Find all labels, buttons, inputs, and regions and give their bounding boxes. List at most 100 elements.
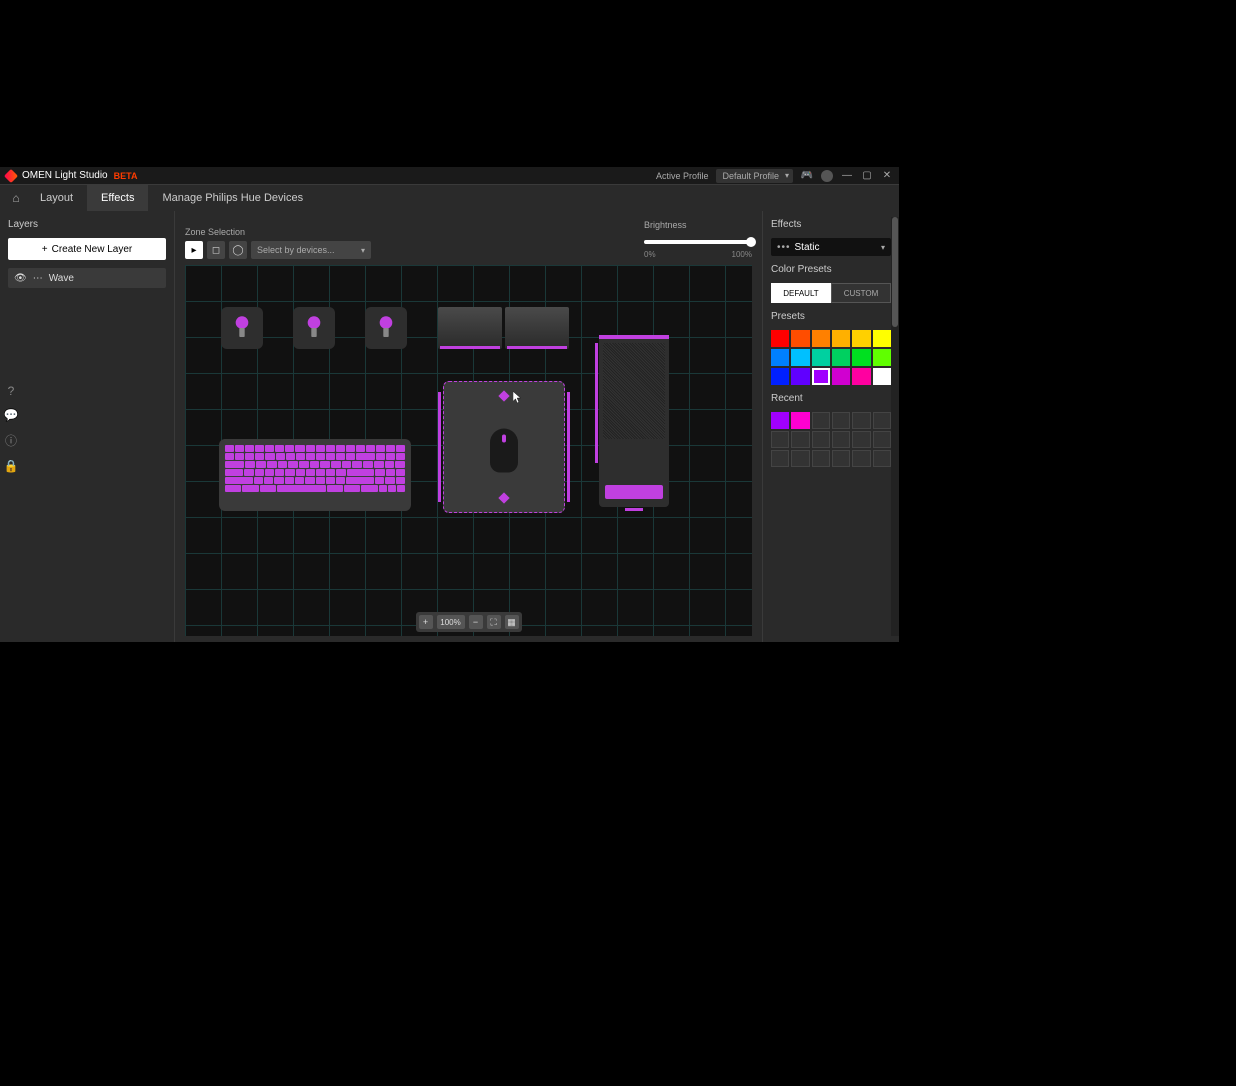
visibility-icon[interactable]: 👁 (14, 273, 27, 284)
layer-name: Wave (49, 273, 74, 284)
preset-swatch[interactable] (812, 368, 830, 385)
app-title: OMEN Light Studio (22, 170, 108, 181)
preset-swatch[interactable] (771, 368, 789, 385)
active-profile-label: Active Profile (656, 171, 709, 181)
lock-icon[interactable]: 🔒 (4, 459, 19, 473)
preset-swatch[interactable] (873, 330, 891, 347)
recent-swatch (812, 412, 830, 429)
preset-swatch[interactable] (791, 330, 809, 347)
device-bulb-1[interactable] (221, 307, 263, 349)
preset-tab-custom[interactable]: CUSTOM (831, 283, 891, 303)
recent-swatch (852, 450, 870, 467)
preset-swatch[interactable] (791, 349, 809, 366)
brightness-label: Brightness (644, 220, 752, 230)
gamepad-icon[interactable]: 🎮 (801, 170, 813, 182)
maximize-button[interactable]: ▢ (861, 170, 873, 182)
recent-swatch (771, 450, 789, 467)
tab-layout[interactable]: Layout (26, 185, 87, 211)
preset-swatch[interactable] (832, 330, 850, 347)
brightness-max: 100% (732, 250, 752, 259)
recent-swatch (812, 450, 830, 467)
layers-heading: Layers (8, 219, 166, 230)
preset-swatch[interactable] (832, 349, 850, 366)
recent-swatch (791, 450, 809, 467)
color-presets-heading: Color Presets (771, 264, 891, 275)
recent-swatch-grid (771, 412, 891, 467)
create-layer-button[interactable]: + Create New Layer (8, 238, 166, 260)
device-bulb-3[interactable] (365, 307, 407, 349)
workspace: Zone Selection ▸ ◻ ◯ Select by devices..… (175, 211, 762, 642)
lasso-tool-icon[interactable]: ◯ (229, 241, 247, 259)
device-mousepad[interactable] (443, 381, 565, 513)
help-icon[interactable]: ? (8, 384, 15, 398)
user-avatar-icon[interactable] (821, 170, 833, 182)
more-icon[interactable]: ⋯ (33, 273, 43, 284)
home-icon[interactable]: ⌂ (6, 185, 26, 211)
recent-swatch (873, 450, 891, 467)
effect-type-dropdown[interactable]: ••• Static (771, 238, 891, 256)
layers-panel: Layers + Create New Layer 👁 ⋯ Wave (0, 211, 175, 642)
tab-effects[interactable]: Effects (87, 185, 148, 211)
active-profile-dropdown[interactable]: Default Profile (716, 169, 793, 183)
recent-swatch[interactable] (791, 412, 809, 429)
preset-mode-segmented: DEFAULT CUSTOM (771, 283, 891, 303)
preset-tab-default[interactable]: DEFAULT (771, 283, 831, 303)
recent-swatch (812, 431, 830, 448)
preset-swatch[interactable] (852, 368, 870, 385)
device-monitor-2[interactable] (505, 307, 569, 349)
preset-swatch[interactable] (791, 368, 809, 385)
recent-swatch (873, 412, 891, 429)
recent-swatch (873, 431, 891, 448)
zoom-in-button[interactable]: + (419, 615, 433, 629)
recent-swatch (832, 412, 850, 429)
layer-item[interactable]: 👁 ⋯ Wave (8, 268, 166, 288)
pointer-tool-icon[interactable]: ▸ (185, 241, 203, 259)
preset-swatch[interactable] (873, 368, 891, 385)
presets-swatch-grid (771, 330, 891, 385)
grid-button[interactable]: ▦ (505, 615, 519, 629)
recent-swatch (852, 412, 870, 429)
recent-heading: Recent (771, 393, 891, 404)
slider-knob[interactable] (746, 237, 756, 247)
recent-swatch (771, 431, 789, 448)
preset-swatch[interactable] (771, 330, 789, 347)
tab-hue[interactable]: Manage Philips Hue Devices (148, 185, 317, 211)
preset-swatch[interactable] (852, 349, 870, 366)
minimize-button[interactable]: — (841, 170, 853, 182)
preset-swatch[interactable] (771, 349, 789, 366)
device-tower[interactable] (599, 335, 669, 507)
led-node-icon[interactable] (498, 390, 509, 401)
device-keyboard[interactable] (219, 439, 411, 511)
device-bulb-2[interactable] (293, 307, 335, 349)
presets-heading: Presets (771, 311, 891, 322)
preset-swatch[interactable] (852, 330, 870, 347)
feedback-icon[interactable]: 💬 (4, 408, 19, 422)
tab-bar: ⌂ Layout Effects Manage Philips Hue Devi… (0, 184, 899, 211)
zoom-value: 100% (437, 615, 465, 629)
canvas-container: + 100% − ⛶ ▦ (185, 265, 752, 636)
preset-swatch[interactable] (812, 330, 830, 347)
preset-swatch[interactable] (873, 349, 891, 366)
fit-button[interactable]: ⛶ (487, 615, 501, 629)
plus-icon: + (42, 244, 48, 255)
device-monitor-1[interactable] (438, 307, 502, 349)
device-mouse[interactable] (490, 429, 518, 473)
zoom-out-button[interactable]: − (469, 615, 483, 629)
preset-swatch[interactable] (812, 349, 830, 366)
device-canvas[interactable] (185, 265, 752, 636)
device-select-dropdown[interactable]: Select by devices... (251, 241, 371, 259)
preset-swatch[interactable] (832, 368, 850, 385)
close-button[interactable]: ✕ (881, 170, 893, 182)
brightness-slider[interactable] (644, 240, 752, 244)
omen-logo-icon (4, 168, 18, 182)
marquee-tool-icon[interactable]: ◻ (207, 241, 225, 259)
workspace-toolbar: Zone Selection ▸ ◻ ◯ Select by devices..… (175, 211, 762, 265)
zoom-controls: + 100% − ⛶ ▦ (416, 612, 522, 632)
led-node-icon[interactable] (498, 492, 509, 503)
zone-selection-label: Zone Selection (185, 227, 371, 237)
vertical-scrollbar[interactable] (891, 217, 899, 636)
recent-swatch (832, 431, 850, 448)
recent-swatch[interactable] (771, 412, 789, 429)
recent-swatch (791, 431, 809, 448)
info-icon[interactable]: ⓘ (5, 432, 17, 449)
